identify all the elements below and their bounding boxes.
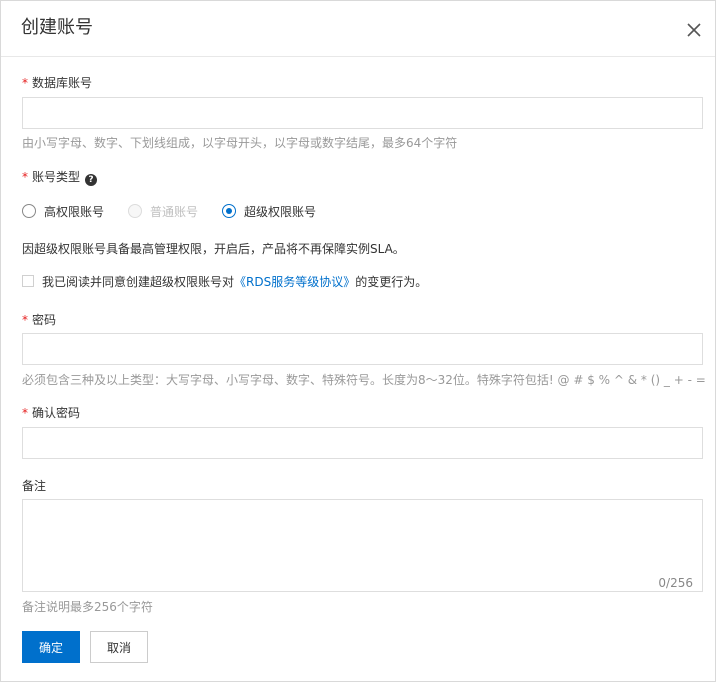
- confirm-password-label: * 确认密码: [22, 406, 81, 420]
- sla-agreement-link[interactable]: 《RDS服务等级协议》: [234, 275, 355, 289]
- radio-normal: 普通账号: [128, 203, 198, 220]
- radio-circle: [128, 204, 143, 218]
- super-privilege-warning: 因超级权限账号具备最高管理权限，开启后，产品将不再保障实例SLA。: [22, 242, 405, 256]
- confirm-password-input[interactable]: [22, 427, 703, 459]
- remark-char-counter: 0/256: [658, 576, 693, 590]
- dialog-title: 创建账号: [21, 17, 93, 38]
- db-account-input[interactable]: [22, 97, 703, 129]
- password-hint: 必须包含三种及以上类型：大写字母、小写字母、数字、特殊符号。长度为8～32位。特…: [22, 373, 706, 387]
- agreement-checkbox[interactable]: [22, 275, 34, 287]
- remark-textarea[interactable]: [22, 499, 703, 592]
- required-mark: *: [22, 406, 28, 420]
- radio-super-privilege[interactable]: 超级权限账号: [222, 203, 316, 220]
- create-account-dialog: 创建账号 * 数据库账号 由小写字母、数字、下划线组成，以字母开头，以字母或数字结…: [0, 0, 716, 682]
- db-account-hint: 由小写字母、数字、下划线组成，以字母开头，以字母或数字结尾，最多64个字符: [22, 136, 458, 150]
- dialog-header: 创建账号: [1, 1, 715, 57]
- cancel-button[interactable]: 取消: [90, 631, 148, 663]
- help-icon[interactable]: ?: [85, 174, 98, 186]
- confirm-button[interactable]: 确定: [22, 631, 80, 663]
- radio-high-privilege[interactable]: 高权限账号: [22, 203, 104, 220]
- required-mark: *: [22, 170, 28, 184]
- radio-circle[interactable]: [22, 204, 36, 218]
- remark-label: 备注: [22, 479, 47, 493]
- radio-circle-checked[interactable]: [222, 204, 237, 218]
- required-mark: *: [22, 313, 28, 327]
- account-type-label: * 账号类型?: [22, 169, 98, 186]
- close-icon[interactable]: [685, 21, 703, 39]
- remark-hint: 备注说明最多256个字符: [22, 600, 153, 614]
- required-mark: *: [22, 76, 28, 90]
- db-account-label: * 数据库账号: [22, 76, 93, 90]
- account-type-radio-group: 高权限账号 普通账号 超级权限账号: [22, 203, 340, 219]
- password-label: * 密码: [22, 313, 57, 327]
- agreement-row: 我已阅读并同意创建超级权限账号对《RDS服务等级协议》的变更行为。: [22, 273, 427, 289]
- password-input[interactable]: [22, 333, 703, 365]
